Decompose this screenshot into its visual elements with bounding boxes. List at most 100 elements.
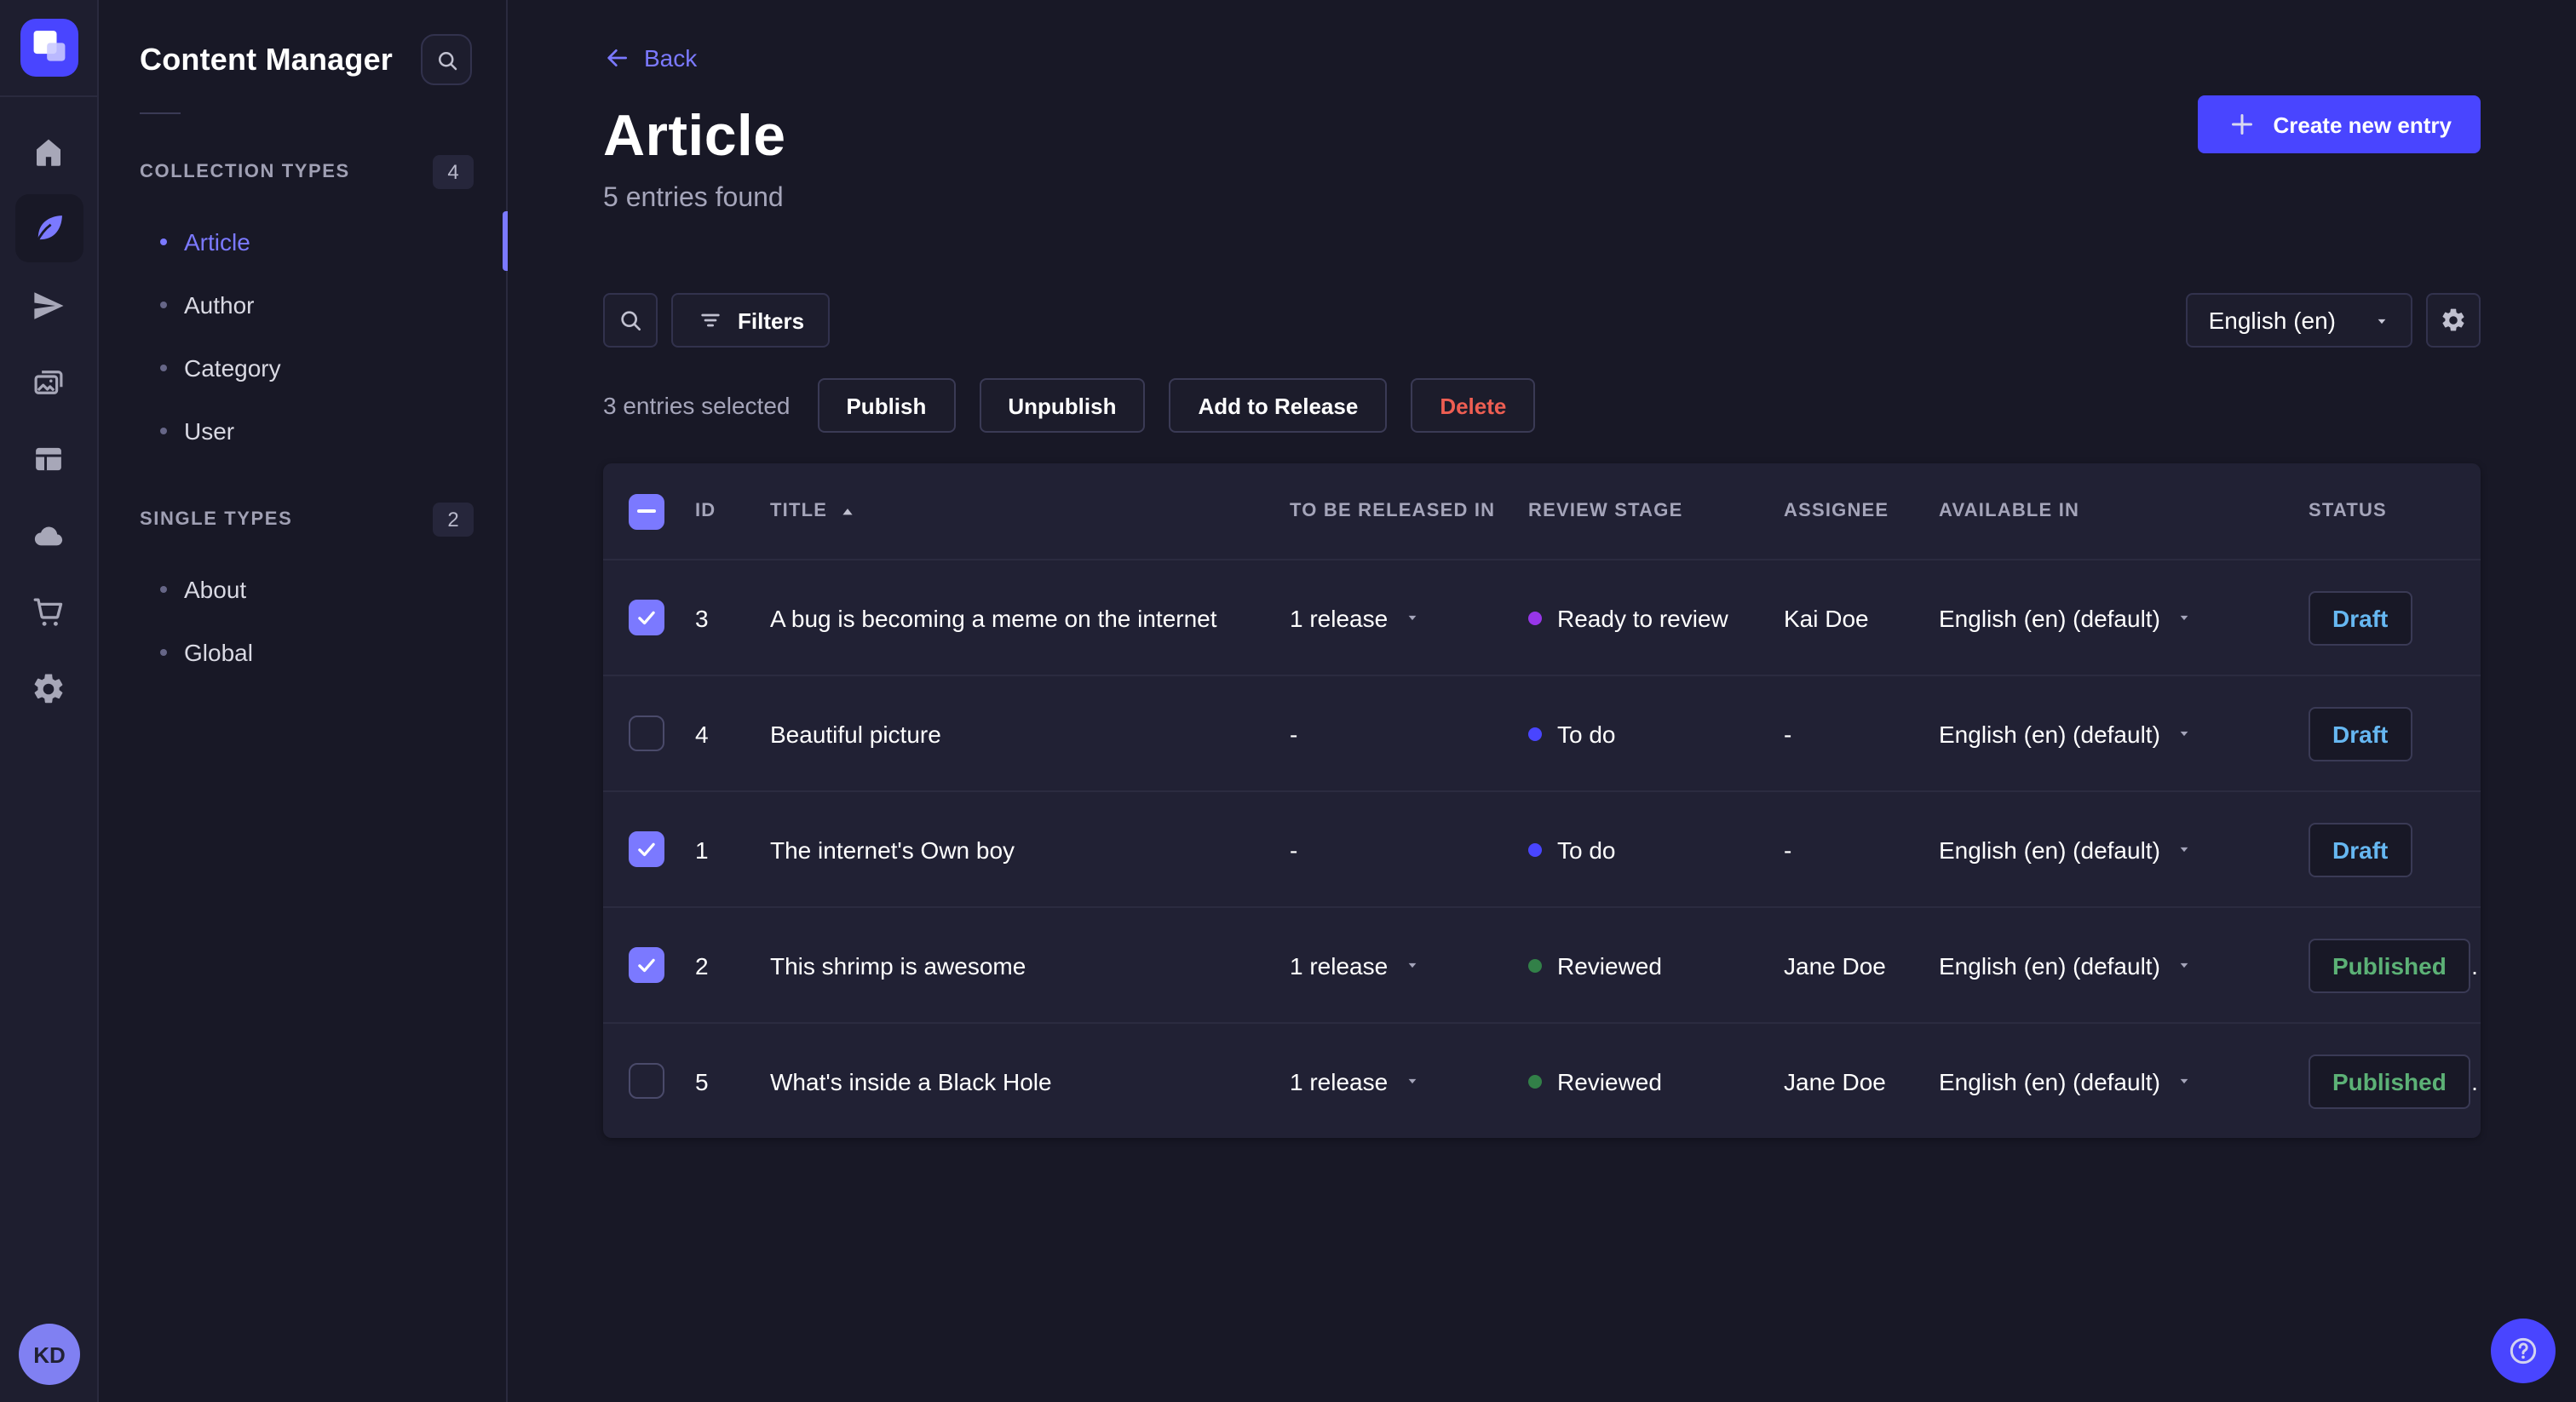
stage-dot [1528, 1074, 1542, 1088]
column-header-id: ID [695, 501, 716, 521]
search-icon [438, 51, 457, 70]
chevron-down-icon [1407, 615, 1416, 621]
search-button[interactable] [603, 293, 658, 348]
help-button[interactable] [2491, 1319, 2556, 1383]
select-all-checkbox[interactable] [629, 493, 664, 529]
cell-locale-dropdown[interactable]: English (en) (default) [1939, 604, 2309, 631]
stage-dot [1528, 611, 1542, 624]
cell-locale-dropdown[interactable]: English (en) (default) [1939, 720, 2309, 747]
subnav-title: Content Manager [140, 42, 394, 76]
create-new-entry-button[interactable]: Create new entry [2198, 95, 2481, 153]
bullet-icon [160, 427, 167, 434]
row-checkbox[interactable] [629, 947, 664, 983]
sidebar-item-article[interactable]: Article [99, 210, 508, 273]
subnav-search-button[interactable] [421, 34, 472, 85]
column-header-status: STATUS [2309, 501, 2387, 521]
settings-gear-icon[interactable] [14, 654, 83, 722]
deploy-cloud-icon[interactable] [14, 501, 83, 569]
row-checkbox[interactable] [629, 831, 664, 867]
cell-locale-dropdown[interactable]: English (en) (default) [1939, 836, 2309, 863]
chevron-down-icon [2180, 731, 2188, 737]
strapi-logo[interactable] [20, 19, 78, 77]
cell-review-stage: To do [1528, 720, 1784, 747]
table-row[interactable]: 3 A bug is becoming a meme on the intern… [603, 559, 2481, 675]
chevron-down-icon [1407, 962, 1416, 968]
rail-icon-nav [14, 97, 83, 722]
entries-table: ID TITLE TO BE RELEASED IN REVIEW STAGE … [603, 463, 2481, 1138]
view-settings-button[interactable] [2426, 293, 2481, 348]
sidebar-item-about[interactable]: About [99, 557, 506, 620]
app-window: KD Content Manager COLLECTION TYPES 4 Ar… [0, 0, 2576, 1402]
content-manager-icon[interactable] [14, 194, 83, 262]
row-checkbox[interactable] [629, 715, 664, 751]
section-label: SINGLE TYPES [140, 509, 293, 530]
sidebar-item-category[interactable]: Category [99, 336, 506, 399]
main-content: Back Article 5 entries found Create new … [508, 0, 2576, 1402]
plus-icon [2232, 114, 2253, 135]
back-link[interactable]: Back [603, 44, 697, 72]
marketplace-cart-icon[interactable] [14, 577, 83, 646]
cell-release-dropdown[interactable]: 1 release [1290, 951, 1528, 979]
sidebar-item-label: Global [184, 638, 253, 665]
table-row[interactable]: 4 Beautiful picture - To do - English (e… [603, 675, 2481, 790]
bullet-icon [160, 585, 167, 592]
add-to-release-button[interactable]: Add to Release [1169, 378, 1388, 433]
cell-assignee: - [1784, 836, 1792, 863]
releases-icon[interactable] [14, 271, 83, 339]
cell-release-dropdown[interactable]: 1 release [1290, 1067, 1528, 1095]
chevron-down-icon [2180, 615, 2188, 621]
row-checkbox[interactable] [629, 600, 664, 635]
status-badge: Draft [2309, 706, 2412, 761]
sidebar-item-user[interactable]: User [99, 399, 506, 462]
check-icon [638, 958, 655, 973]
sidebar-item-label: Article [184, 227, 250, 255]
cell-release-dropdown[interactable]: 1 release [1290, 604, 1528, 631]
user-avatar[interactable]: KD [19, 1324, 80, 1385]
toolbar: Filters English (en) [603, 293, 2481, 348]
column-header-stage: REVIEW STAGE [1528, 501, 1683, 521]
column-header-available: AVAILABLE IN [1939, 501, 2080, 521]
cell-review-stage: Ready to review [1528, 604, 1784, 631]
collection-types-section: COLLECTION TYPES 4 Article Author Catego… [99, 155, 508, 462]
question-circle-icon [2510, 1337, 2537, 1365]
table-row[interactable]: 1 The internet's Own boy - To do - Engli… [603, 790, 2481, 906]
stage-dot [1528, 727, 1542, 740]
table-row[interactable]: 5 What's inside a Black Hole 1 release R… [603, 1022, 2481, 1138]
cell-title: What's inside a Black Hole [770, 1067, 1052, 1095]
publish-button[interactable]: Publish [817, 378, 956, 433]
main-nav-rail: KD [0, 0, 99, 1402]
media-library-icon[interactable] [14, 348, 83, 416]
strapi-logo-icon [32, 31, 65, 61]
filter-icon [701, 313, 720, 327]
cell-locale-dropdown[interactable]: English (en) (default) [1939, 951, 2309, 979]
column-header-title[interactable]: TITLE [770, 501, 1290, 521]
row-checkbox[interactable] [629, 1063, 664, 1099]
column-header-assignee: ASSIGNEE [1784, 501, 1889, 521]
logo-section [0, 0, 97, 97]
cell-title: This shrimp is awesome [770, 951, 1026, 979]
filters-button[interactable]: Filters [671, 293, 831, 348]
cell-assignee: Jane Doe [1784, 1067, 1886, 1095]
locale-select[interactable]: English (en) [2186, 293, 2412, 348]
chevron-down-icon [2378, 318, 2386, 324]
entries-count: 5 entries found [603, 184, 784, 213]
content-type-builder-icon[interactable] [14, 424, 83, 492]
cell-id: 2 [695, 951, 709, 979]
bullet-icon [160, 301, 167, 307]
home-icon[interactable] [14, 118, 83, 186]
sidebar-item-author[interactable]: Author [99, 273, 506, 336]
cell-release-dropdown[interactable]: - [1290, 720, 1528, 747]
cell-id: 3 [695, 604, 709, 631]
table-row[interactable]: 2 This shrimp is awesome 1 release Revie… [603, 906, 2481, 1022]
cell-title: The internet's Own boy [770, 836, 1015, 863]
delete-button[interactable]: Delete [1411, 378, 1536, 433]
subnav-divider [140, 112, 181, 114]
status-badge: Draft [2309, 590, 2412, 645]
unpublish-button[interactable]: Unpublish [979, 378, 1146, 433]
sidebar-item-label: Author [184, 290, 255, 318]
bullet-icon [160, 238, 167, 244]
cell-release-dropdown[interactable]: - [1290, 836, 1528, 863]
sidebar-item-global[interactable]: Global [99, 620, 506, 683]
cell-locale-dropdown[interactable]: English (en) (default) [1939, 1067, 2309, 1095]
cell-title: A bug is becoming a meme on the internet [770, 604, 1217, 631]
